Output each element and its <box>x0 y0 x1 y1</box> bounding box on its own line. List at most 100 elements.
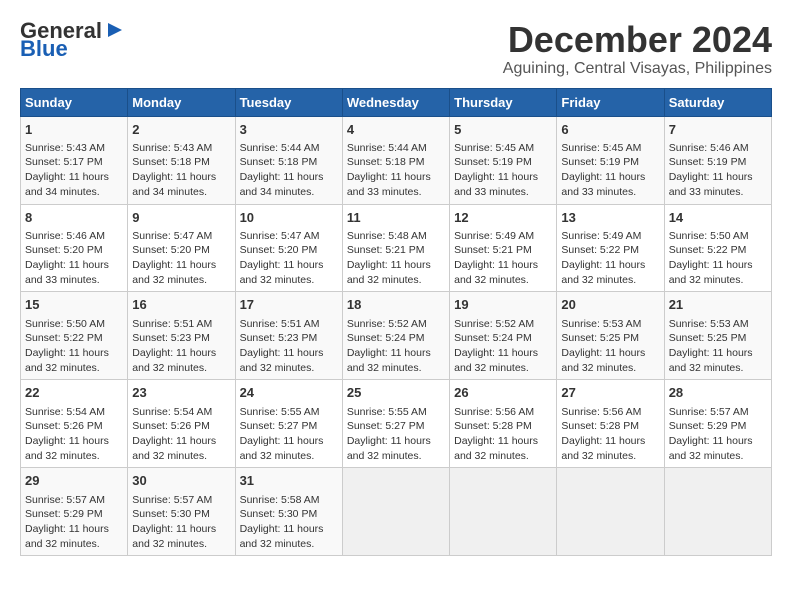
day-number: 18 <box>347 296 445 314</box>
day-number: 17 <box>240 296 338 314</box>
sunset-label: Sunset: 5:17 PM <box>25 156 103 168</box>
sunset-label: Sunset: 5:21 PM <box>454 244 532 256</box>
sunrise-label: Sunrise: 5:56 AM <box>454 406 534 418</box>
table-row: 4Sunrise: 5:44 AMSunset: 5:18 PMDaylight… <box>342 116 449 204</box>
sunset-label: Sunset: 5:19 PM <box>561 156 639 168</box>
table-row: 8Sunrise: 5:46 AMSunset: 5:20 PMDaylight… <box>21 204 128 292</box>
sunrise-label: Sunrise: 5:58 AM <box>240 494 320 506</box>
sunrise-label: Sunrise: 5:45 AM <box>454 142 534 154</box>
sunrise-label: Sunrise: 5:49 AM <box>454 230 534 242</box>
daylight-label: Daylight: 11 hours and 33 minutes. <box>669 171 753 198</box>
table-row: 5Sunrise: 5:45 AMSunset: 5:19 PMDaylight… <box>450 116 557 204</box>
sunrise-label: Sunrise: 5:46 AM <box>669 142 749 154</box>
header-monday: Monday <box>128 88 235 116</box>
sunset-label: Sunset: 5:27 PM <box>240 420 318 432</box>
day-number: 1 <box>25 121 123 139</box>
table-row: 14Sunrise: 5:50 AMSunset: 5:22 PMDayligh… <box>664 204 771 292</box>
table-row: 23Sunrise: 5:54 AMSunset: 5:26 PMDayligh… <box>128 380 235 468</box>
daylight-label: Daylight: 11 hours and 34 minutes. <box>25 171 109 198</box>
sunrise-label: Sunrise: 5:57 AM <box>25 494 105 506</box>
daylight-label: Daylight: 11 hours and 32 minutes. <box>669 347 753 374</box>
header-saturday: Saturday <box>664 88 771 116</box>
daylight-label: Daylight: 11 hours and 32 minutes. <box>25 523 109 550</box>
calendar-week-row: 8Sunrise: 5:46 AMSunset: 5:20 PMDaylight… <box>21 204 772 292</box>
sunrise-label: Sunrise: 5:57 AM <box>132 494 212 506</box>
sunrise-label: Sunrise: 5:52 AM <box>347 318 427 330</box>
sunset-label: Sunset: 5:19 PM <box>669 156 747 168</box>
sunrise-label: Sunrise: 5:49 AM <box>561 230 641 242</box>
sunset-label: Sunset: 5:22 PM <box>25 332 103 344</box>
day-number: 3 <box>240 121 338 139</box>
day-number: 16 <box>132 296 230 314</box>
sunset-label: Sunset: 5:25 PM <box>561 332 639 344</box>
sunset-label: Sunset: 5:23 PM <box>132 332 210 344</box>
sunrise-label: Sunrise: 5:57 AM <box>669 406 749 418</box>
day-number: 24 <box>240 384 338 402</box>
daylight-label: Daylight: 11 hours and 32 minutes. <box>240 523 324 550</box>
day-number: 5 <box>454 121 552 139</box>
sunset-label: Sunset: 5:18 PM <box>347 156 425 168</box>
calendar-week-row: 22Sunrise: 5:54 AMSunset: 5:26 PMDayligh… <box>21 380 772 468</box>
table-row: 15Sunrise: 5:50 AMSunset: 5:22 PMDayligh… <box>21 292 128 380</box>
header-thursday: Thursday <box>450 88 557 116</box>
sunset-label: Sunset: 5:20 PM <box>25 244 103 256</box>
calendar-body: 1 Sunrise: 5:43 AM Sunset: 5:17 PM Daylight… <box>21 116 772 556</box>
table-row <box>557 468 664 556</box>
day-number: 19 <box>454 296 552 314</box>
day-number: 26 <box>454 384 552 402</box>
daylight-label: Daylight: 11 hours and 32 minutes. <box>132 259 216 286</box>
header-row: Sunday Monday Tuesday Wednesday Thursday… <box>21 88 772 116</box>
table-row: 24Sunrise: 5:55 AMSunset: 5:27 PMDayligh… <box>235 380 342 468</box>
sunset-label: Sunset: 5:28 PM <box>561 420 639 432</box>
sunrise-label: Sunrise: 5:50 AM <box>669 230 749 242</box>
table-row: 2Sunrise: 5:43 AMSunset: 5:18 PMDaylight… <box>128 116 235 204</box>
daylight-label: Daylight: 11 hours and 32 minutes. <box>561 347 645 374</box>
table-row: 20Sunrise: 5:53 AMSunset: 5:25 PMDayligh… <box>557 292 664 380</box>
sunset-label: Sunset: 5:29 PM <box>25 508 103 520</box>
sunrise-label: Sunrise: 5:52 AM <box>454 318 534 330</box>
day-number: 7 <box>669 121 767 139</box>
sunset-label: Sunset: 5:24 PM <box>347 332 425 344</box>
sunrise-label: Sunrise: 5:54 AM <box>132 406 212 418</box>
table-row <box>450 468 557 556</box>
sunrise-label: Sunrise: 5:51 AM <box>240 318 320 330</box>
daylight-label: Daylight: 11 hours and 32 minutes. <box>240 259 324 286</box>
sunrise-label: Sunrise: 5:47 AM <box>132 230 212 242</box>
logo: General Blue <box>20 20 126 60</box>
table-row: 27Sunrise: 5:56 AMSunset: 5:28 PMDayligh… <box>557 380 664 468</box>
calendar-table: Sunday Monday Tuesday Wednesday Thursday… <box>20 88 772 557</box>
sunset-label: Sunset: 5:20 PM <box>240 244 318 256</box>
table-row: 18Sunrise: 5:52 AMSunset: 5:24 PMDayligh… <box>342 292 449 380</box>
sunrise-label: Sunrise: 5:43 AM <box>25 142 105 154</box>
daylight-label: Daylight: 11 hours and 33 minutes. <box>25 259 109 286</box>
table-row <box>342 468 449 556</box>
sunrise-label: Sunrise: 5:45 AM <box>561 142 641 154</box>
table-row: 3Sunrise: 5:44 AMSunset: 5:18 PMDaylight… <box>235 116 342 204</box>
sunrise-label: Sunrise: 5:53 AM <box>669 318 749 330</box>
daylight-label: Daylight: 11 hours and 32 minutes. <box>240 435 324 462</box>
day-number: 25 <box>347 384 445 402</box>
sunrise-label: Sunrise: 5:44 AM <box>240 142 320 154</box>
logo-line2: Blue <box>20 38 68 60</box>
calendar-week-row: 15Sunrise: 5:50 AMSunset: 5:22 PMDayligh… <box>21 292 772 380</box>
header-wednesday: Wednesday <box>342 88 449 116</box>
header-friday: Friday <box>557 88 664 116</box>
sunset-label: Sunset: 5:29 PM <box>669 420 747 432</box>
daylight-label: Daylight: 11 hours and 32 minutes. <box>25 347 109 374</box>
day-number: 28 <box>669 384 767 402</box>
day-number: 31 <box>240 472 338 490</box>
day-number: 29 <box>25 472 123 490</box>
daylight-label: Daylight: 11 hours and 32 minutes. <box>561 435 645 462</box>
logo-arrow-icon <box>104 19 126 41</box>
sunset-label: Sunset: 5:27 PM <box>347 420 425 432</box>
daylight-label: Daylight: 11 hours and 33 minutes. <box>454 171 538 198</box>
sunrise-label: Sunrise: 5:54 AM <box>25 406 105 418</box>
sunset-label: Sunset: 5:23 PM <box>240 332 318 344</box>
day-number: 20 <box>561 296 659 314</box>
table-row: 22Sunrise: 5:54 AMSunset: 5:26 PMDayligh… <box>21 380 128 468</box>
sunset-label: Sunset: 5:18 PM <box>240 156 318 168</box>
daylight-label: Daylight: 11 hours and 32 minutes. <box>132 347 216 374</box>
daylight-label: Daylight: 11 hours and 32 minutes. <box>347 259 431 286</box>
day-number: 4 <box>347 121 445 139</box>
day-number: 14 <box>669 209 767 227</box>
